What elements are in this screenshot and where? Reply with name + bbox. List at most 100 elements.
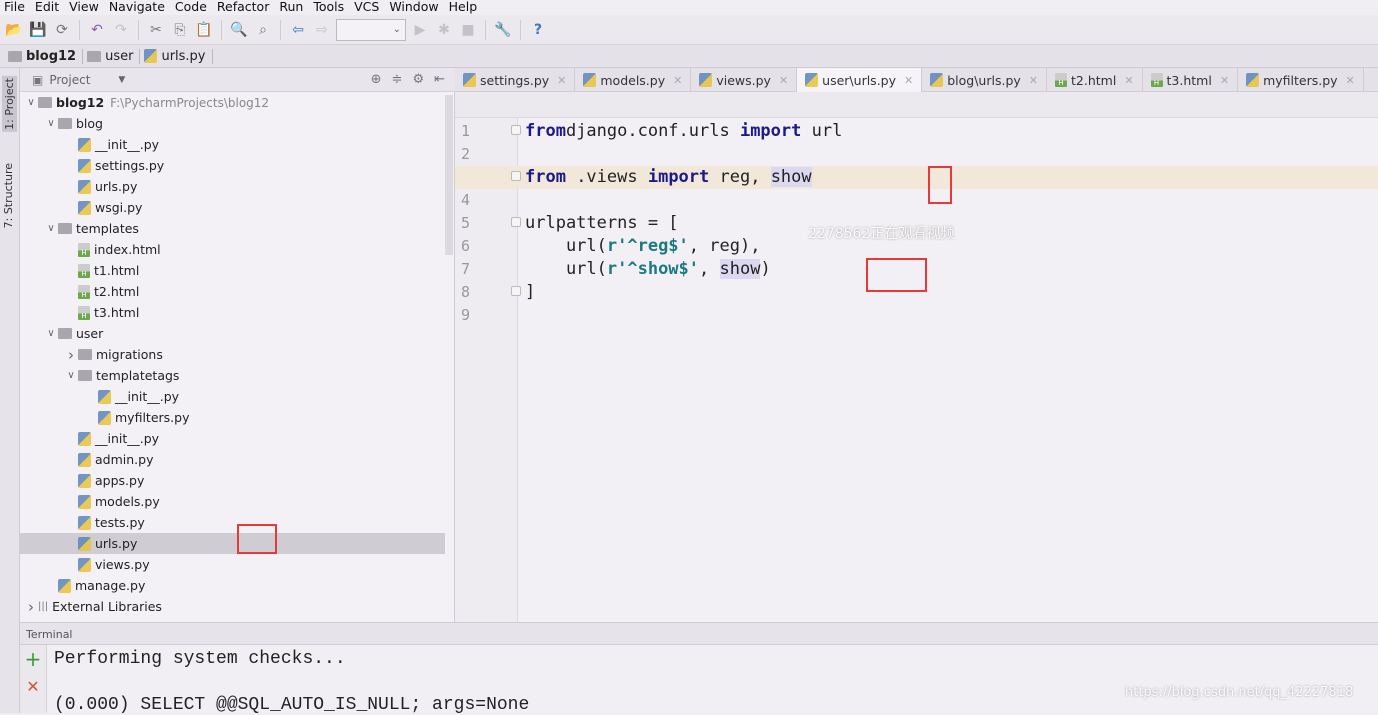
fold-marker-icon[interactable]: [511, 217, 521, 227]
copy-icon[interactable]: ⎘: [170, 20, 190, 40]
tab-settings-py[interactable]: settings.py ✕: [455, 68, 576, 92]
gear-icon[interactable]: ⚙: [412, 72, 424, 87]
close-tab-icon[interactable]: ✕: [1124, 74, 1133, 87]
menu-run[interactable]: Run: [274, 0, 308, 15]
close-tab-icon[interactable]: ✕: [1220, 74, 1229, 87]
hide-panel-icon[interactable]: ⇤: [434, 72, 445, 87]
menu-window[interactable]: Window: [384, 0, 443, 15]
collapse-all-icon[interactable]: ≑: [392, 72, 403, 87]
tree-item[interactable]: wsgi.py: [20, 197, 445, 218]
cut-icon[interactable]: ✂: [146, 20, 166, 40]
tree-item[interactable]: ∨ templates: [20, 218, 445, 239]
close-tab-icon[interactable]: ✕: [1346, 74, 1355, 87]
tree-item[interactable]: __init__.py: [20, 428, 445, 449]
chevron-down-icon[interactable]: ▼: [118, 75, 125, 85]
sync-icon[interactable]: ⟳: [52, 20, 72, 40]
tab-t3-html[interactable]: Ht3.html ✕: [1143, 68, 1239, 92]
run-icon[interactable]: ▶: [410, 20, 430, 40]
run-config-select[interactable]: ⌄: [336, 18, 406, 41]
tree-item[interactable]: apps.py: [20, 470, 445, 491]
tab-label: myfilters.py: [1263, 72, 1338, 88]
chevron-down-icon[interactable]: ∨: [24, 97, 38, 108]
breadcrumb-item[interactable]: user: [87, 48, 141, 64]
project-view-selector[interactable]: Project: [49, 73, 90, 87]
redo-icon[interactable]: ↷: [111, 20, 131, 40]
tree-item-label: __init__.py: [95, 137, 160, 152]
tree-item[interactable]: ∨ blog12 F:\PycharmProjects\blog12: [20, 92, 445, 113]
tab-t2-html[interactable]: Ht2.html ✕: [1047, 68, 1143, 92]
menu-code[interactable]: Code: [170, 0, 212, 15]
chevron-down-icon[interactable]: ∨: [44, 328, 58, 339]
tree-item[interactable]: Hindex.html: [20, 239, 445, 260]
chevron-right-icon[interactable]: ›: [24, 598, 38, 616]
tree-item[interactable]: settings.py: [20, 155, 445, 176]
close-tab-icon[interactable]: ✕: [904, 74, 913, 87]
back-icon[interactable]: ⇦: [288, 20, 308, 40]
fold-marker-icon[interactable]: [511, 286, 521, 296]
tree-item[interactable]: Ht1.html: [20, 260, 445, 281]
save-icon[interactable]: 💾: [28, 20, 48, 40]
close-tab-icon[interactable]: ✕: [1029, 74, 1038, 87]
menu-help[interactable]: Help: [444, 0, 483, 15]
stop-icon[interactable]: ■: [458, 20, 478, 40]
new-session-icon[interactable]: +: [20, 647, 46, 671]
menu-view[interactable]: View: [64, 0, 104, 15]
tree-item[interactable]: __init__.py: [20, 386, 445, 407]
debug-icon[interactable]: ✱: [434, 20, 454, 40]
tree-item[interactable]: Ht2.html: [20, 281, 445, 302]
chevron-down-icon[interactable]: ∨: [44, 223, 58, 234]
undo-icon[interactable]: ↶: [87, 20, 107, 40]
fold-marker-icon[interactable]: [511, 171, 521, 181]
paste-icon[interactable]: 📋: [194, 20, 214, 40]
tree-item[interactable]: __init__.py: [20, 134, 445, 155]
tree-item[interactable]: › migrations: [20, 344, 445, 365]
tree-item[interactable]: models.py: [20, 491, 445, 512]
locate-icon[interactable]: ⊕: [371, 72, 382, 87]
breadcrumb-item[interactable]: blog12: [8, 48, 84, 64]
replace-icon[interactable]: ⌕: [253, 20, 273, 40]
tree-item[interactable]: urls.py: [20, 533, 445, 554]
tree-item[interactable]: › ||| External Libraries: [20, 596, 445, 617]
help-icon[interactable]: ?: [528, 20, 548, 40]
tab-user-urls-py[interactable]: user\urls.py ✕: [797, 68, 923, 92]
tool-tab-structure[interactable]: 7: Structure: [2, 163, 15, 228]
chevron-down-icon[interactable]: ∨: [64, 370, 78, 381]
tree-item[interactable]: admin.py: [20, 449, 445, 470]
breadcrumb-item[interactable]: urls.py: [144, 48, 213, 64]
tab-myfilters-py[interactable]: myfilters.py ✕: [1238, 68, 1364, 92]
menu-refactor[interactable]: Refactor: [212, 0, 274, 15]
menu-tools[interactable]: Tools: [308, 0, 349, 15]
chevron-down-icon[interactable]: ∨: [44, 118, 58, 129]
tool-tab-project[interactable]: 1: Project: [2, 76, 17, 132]
menu-edit[interactable]: Edit: [30, 0, 64, 15]
close-session-icon[interactable]: ✕: [20, 677, 46, 696]
terminal-output[interactable]: Performing system checks... (0.000) SELEC…: [47, 645, 1378, 715]
tree-item[interactable]: manage.py: [20, 575, 445, 596]
close-tab-icon[interactable]: ✕: [779, 74, 788, 87]
tree-item[interactable]: ∨ templatetags: [20, 365, 445, 386]
tree-item[interactable]: myfilters.py: [20, 407, 445, 428]
tree-item[interactable]: Ht3.html: [20, 302, 445, 323]
python-file-icon: [463, 73, 476, 87]
close-tab-icon[interactable]: ✕: [673, 74, 682, 87]
tree-item[interactable]: tests.py: [20, 512, 445, 533]
tree-item[interactable]: ∨ user: [20, 323, 445, 344]
forward-icon[interactable]: ⇨: [312, 20, 332, 40]
tree-item[interactable]: views.py: [20, 554, 445, 575]
find-icon[interactable]: 🔍: [229, 20, 249, 40]
tab-views-py[interactable]: views.py ✕: [691, 68, 798, 92]
open-icon[interactable]: 📂: [4, 20, 24, 40]
fold-marker-icon[interactable]: [511, 125, 521, 135]
tree-scrollbar[interactable]: [445, 95, 453, 255]
menu-vcs[interactable]: VCS: [349, 0, 384, 15]
tab-models-py[interactable]: models.py ✕: [575, 68, 692, 92]
tree-item[interactable]: urls.py: [20, 176, 445, 197]
tree-item[interactable]: ∨ blog: [20, 113, 445, 134]
close-tab-icon[interactable]: ✕: [557, 74, 566, 87]
tab-blog-urls-py[interactable]: blog\urls.py ✕: [922, 68, 1047, 92]
menu-navigate[interactable]: Navigate: [104, 0, 170, 15]
python-file-icon: [98, 389, 111, 404]
settings-icon[interactable]: 🔧: [493, 20, 513, 40]
chevron-right-icon[interactable]: ›: [64, 346, 78, 364]
menu-file[interactable]: File: [0, 0, 30, 15]
